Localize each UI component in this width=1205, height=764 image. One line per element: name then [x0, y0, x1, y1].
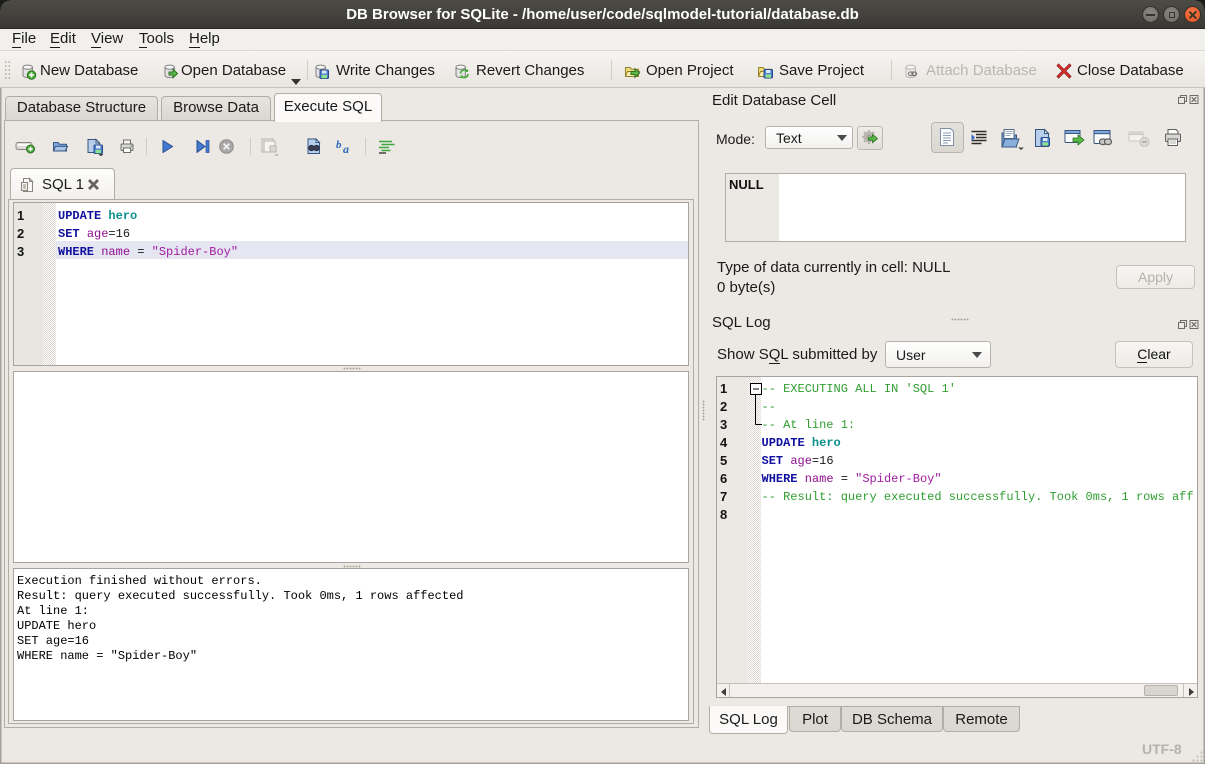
- svg-text:b: b: [336, 139, 342, 151]
- svg-text:a: a: [343, 142, 349, 156]
